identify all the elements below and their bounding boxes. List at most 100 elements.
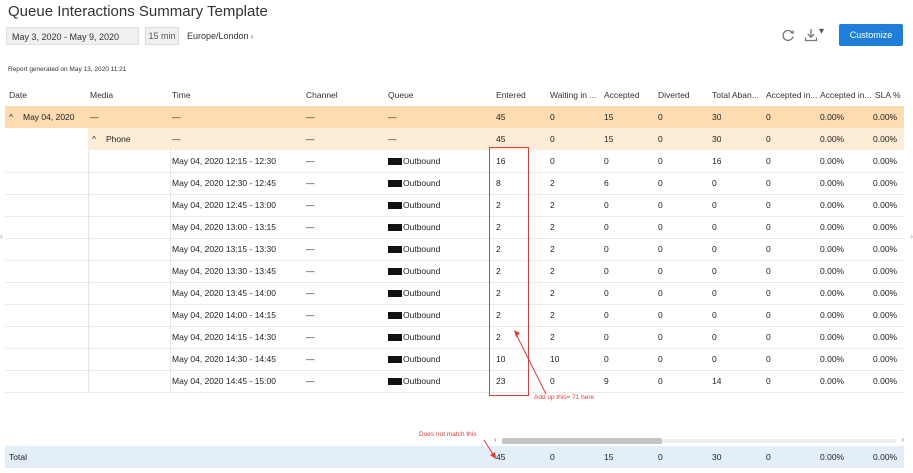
table-row[interactable]: May 04, 2020 13:45 - 14:00— Outbound 2 2 0 0 0… [5,282,904,305]
redacted-block [388,378,402,386]
cell-accepted-in-1: 0 [766,222,771,232]
scroll-right-icon[interactable]: › [901,435,904,444]
cell-accepted-in-2: 0.00% [820,156,845,166]
scroll-left-icon[interactable]: ‹ [494,435,497,444]
cell-queue: Outbound [388,282,440,304]
timezone-label: Europe/London [187,31,249,41]
cell-time: May 04, 2020 12:30 - 12:45 [172,178,276,188]
total-row: Total 45 0 15 0 30 0 0.00% 0.00% [5,446,904,468]
cell-accepted: 0 [604,200,609,210]
cell-channel: — [306,244,315,254]
cell-time: May 04, 2020 14:15 - 14:30 [172,332,276,342]
interval-selector[interactable]: 15 min [145,27,179,45]
cell-total-abandoned: 0 [712,244,717,254]
group-row-media[interactable]: ^ Phone — — — 45 0 15 0 30 0 0.00% 0.00% [5,128,904,150]
column-header-total-abandoned[interactable]: Total Aban... [712,84,768,106]
cell-total-abandoned: 30 [712,134,722,144]
table-row[interactable]: May 04, 2020 14:15 - 14:30— Outbound 2 2 0 0 0… [5,326,904,349]
cell-channel: — [306,222,315,232]
cell-accepted-in-1: 0 [766,288,771,298]
column-header-entered[interactable]: Entered [496,84,526,106]
cell-channel: — [306,288,315,298]
cell-sla: 0.00% [873,288,898,298]
cell-time: May 04, 2020 14:30 - 14:45 [172,354,276,364]
cell-accepted-in-2: 0.00% [820,376,845,386]
column-header-accepted-in-2[interactable]: Accepted in... [820,84,876,106]
cell-total-abandoned: 0 [712,178,717,188]
report-generated-text: Report generated on May 13, 2020 11:21 [8,66,127,73]
cell-accepted-in-1: 0 [766,134,771,144]
cell-waiting: 2 [550,178,555,188]
table-row[interactable]: May 04, 2020 13:30 - 13:45— Outbound 2 2 0 0 0… [5,260,904,283]
cell-diverted: 0 [658,134,663,144]
column-header-waiting[interactable]: Waiting in ... [550,84,600,106]
cell-accepted-in-2: 0.00% [820,200,845,210]
cell-waiting: 2 [550,288,555,298]
total-accepted-in-1: 0 [766,452,771,462]
cell-accepted: 0 [604,288,609,298]
column-header-diverted[interactable]: Diverted [658,84,690,106]
download-menu[interactable]: ▾ [804,26,830,42]
column-header-time[interactable]: Time [172,84,191,106]
cell-accepted-in-2: 0.00% [820,244,845,254]
collapse-toggle-icon[interactable]: ^ [92,128,96,150]
cell-channel: — [306,332,315,342]
table-row[interactable]: May 04, 2020 14:00 - 14:15— Outbound 2 2 0 0 0… [5,304,904,327]
cell-accepted: 15 [604,112,614,122]
cell-queue: Outbound [388,172,440,194]
cell-waiting: 2 [550,200,555,210]
table-row[interactable]: May 04, 2020 12:30 - 12:45— Outbound 8 2 6 0 0… [5,172,904,195]
cell-time: May 04, 2020 13:45 - 14:00 [172,288,276,298]
column-header-date[interactable]: Date [9,84,27,106]
redacted-block [388,180,402,188]
cell-total-abandoned: 14 [712,376,722,386]
cell-channel: — [306,266,315,276]
queue-name: Outbound [403,178,441,188]
customize-button[interactable]: Customize [839,24,903,46]
cell-diverted: 0 [658,332,663,342]
cell-accepted-in-1: 0 [766,112,771,122]
column-header-accepted-in-1[interactable]: Accepted in... [766,84,822,106]
cell-diverted: 0 [658,178,663,188]
column-header-media[interactable]: Media [90,84,113,106]
date-range-picker[interactable]: May 3, 2020 - May 9, 2020 [6,27,139,45]
timezone-selector[interactable]: Europe/London › [187,27,253,45]
collapse-toggle-icon[interactable]: ^ [9,106,13,128]
annotation-highlight-box [489,147,529,396]
cell-queue: Outbound [388,304,440,326]
group-row-date[interactable]: ^ May 04, 2020 — — — — 45 0 15 0 30 0 0.… [5,106,904,128]
redacted-block [388,202,402,210]
table-row[interactable]: May 04, 2020 14:45 - 15:00— Outbound 23 0 9 0… [5,370,904,393]
cell-media: — [90,112,99,122]
cell-queue: Outbound [388,348,440,370]
table-row[interactable]: May 04, 2020 14:30 - 14:45— Outbound 10 10 0… [5,348,904,371]
table-row[interactable]: May 04, 2020 13:15 - 13:30— Outbound 2 2 0 0 0… [5,238,904,261]
cell-total-abandoned: 0 [712,310,717,320]
chevron-right-icon: › [250,32,254,41]
cell-sla: 0.00% [873,134,898,144]
cell-sla: 0.00% [873,222,898,232]
cell-accepted: 0 [604,354,609,364]
cell-waiting: 2 [550,332,555,342]
column-header-sla[interactable]: SLA % [875,84,901,106]
horizontal-scrollbar[interactable]: ‹ › [494,435,904,445]
cell-waiting: 2 [550,266,555,276]
cell-total-abandoned: 30 [712,112,722,122]
column-header-queue[interactable]: Queue [388,84,414,106]
table-row[interactable]: May 04, 2020 12:45 - 13:00— Outbound 2 2 0 0 0… [5,194,904,217]
cell-total-abandoned: 0 [712,200,717,210]
column-header-accepted[interactable]: Accepted [604,84,639,106]
cell-sla: 0.00% [873,376,898,386]
table-row[interactable]: May 04, 2020 12:15 - 12:30 — Outbound 16 0 0 0… [5,150,904,173]
redacted-block [388,268,402,276]
refresh-icon[interactable] [781,28,795,42]
cell-time: — [172,134,181,144]
scroll-left-arrow-icon[interactable]: › [0,232,3,241]
cell-accepted-in-1: 0 [766,178,771,188]
cell-time: May 04, 2020 13:00 - 13:15 [172,222,276,232]
column-header-channel[interactable]: Channel [306,84,338,106]
cell-queue: Outbound [388,326,440,348]
scrollbar-thumb[interactable] [502,438,662,444]
table-row[interactable]: May 04, 2020 13:00 - 13:15— Outbound 2 2 0 0 0… [5,216,904,239]
cell-queue: Outbound [388,260,440,282]
